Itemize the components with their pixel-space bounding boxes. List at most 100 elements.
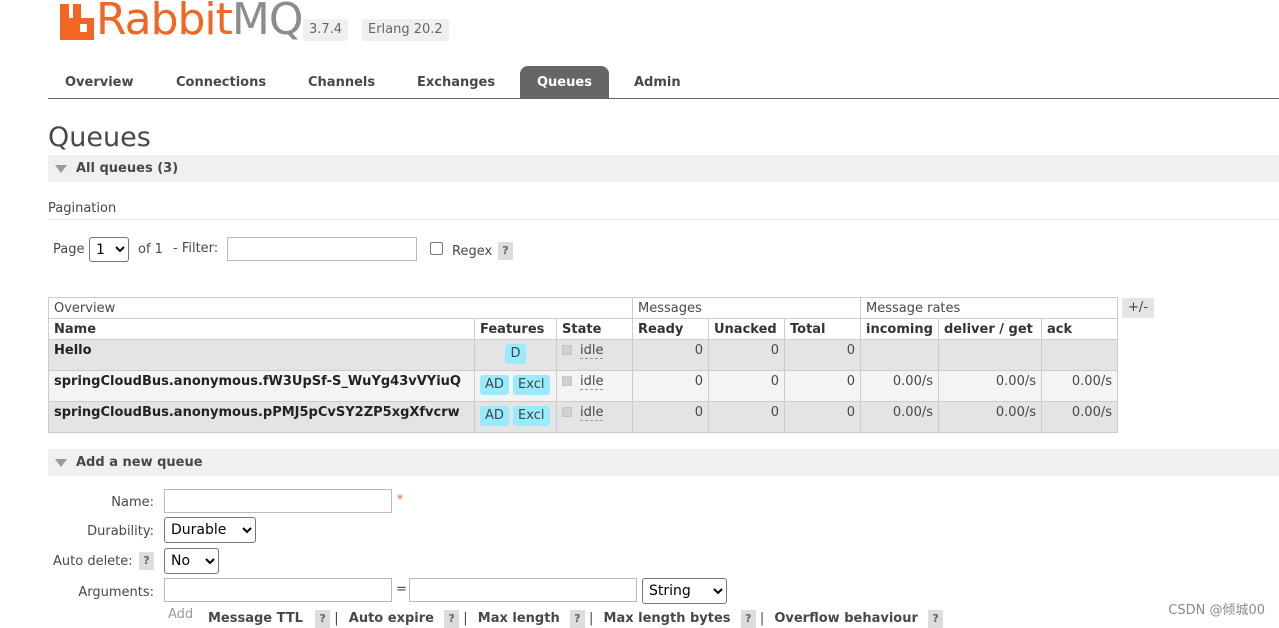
tab-connections[interactable]: Connections [159,66,283,99]
page-select[interactable]: 1 [89,237,129,262]
ack-rate: 0.00/s [1041,401,1118,433]
argument-equals: = [396,582,407,597]
column-toggle-button[interactable]: +/- [1122,298,1154,318]
page-label: Page [53,242,85,257]
unacked-count: 0 [708,401,785,433]
col-ack[interactable]: ack [1041,318,1118,340]
ack-rate: 0.00/s [1041,370,1118,402]
deliver-get-rate: 0.00/s [938,370,1042,402]
pagination-divider [48,219,1279,220]
queue-name-link[interactable]: Hello [48,339,475,371]
arg-link-overflow-behaviour[interactable]: Overflow behaviour [774,611,918,626]
incoming-rate [860,339,939,371]
table-row[interactable]: springCloudBus.anonymous.fW3UpSf-S_WuYg4… [48,370,1118,402]
filter-input[interactable] [227,237,417,261]
regex-checkbox[interactable] [430,242,443,255]
deliver-get-rate: 0.00/s [938,401,1042,433]
arg-link-auto-expire[interactable]: Auto expire [349,611,434,626]
message-ttl-help-icon[interactable]: ? [315,610,331,628]
col-name[interactable]: Name [48,318,475,340]
col-features: Features [474,318,557,340]
table-row[interactable]: Hello D idle 0 0 0 [48,339,1118,371]
col-deliver-get[interactable]: deliver / get [938,318,1042,340]
queue-state: idle [580,405,604,421]
state-indicator [562,376,572,386]
incoming-rate: 0.00/s [860,370,939,402]
arg-link-max-length-bytes[interactable]: Max length bytes [604,611,731,626]
group-header-overview: Overview [48,297,633,319]
queues-table: Overview Messages Message rates Name Fea… [48,297,1118,433]
regex-help-icon[interactable]: ? [498,242,513,260]
durability-label: Durability: [87,524,154,539]
collapse-triangle-icon [55,164,67,173]
durability-select[interactable]: Durable [164,517,256,543]
ready-count: 0 [632,401,709,433]
total-count: 0 [784,401,861,433]
arg-link-message-ttl[interactable]: Message TTL [208,611,303,626]
arguments-label: Arguments: [78,585,154,600]
rabbitmq-logo: RabbitMQ TM [60,0,315,42]
queue-name-link[interactable]: springCloudBus.anonymous.pPMJ5pCvSY2ZP5x… [48,401,475,433]
col-unacked[interactable]: Unacked [708,318,785,340]
total-count: 0 [784,339,861,371]
col-total[interactable]: Total [784,318,861,340]
feature-badge-auto-delete: AD [480,375,509,395]
auto-delete-help-icon[interactable]: ? [139,552,154,570]
feature-badge-exclusive: Excl [513,406,550,426]
ack-rate [1041,339,1118,371]
arg-link-max-length[interactable]: Max length [478,611,560,626]
name-label: Name: [111,495,154,510]
feature-badge-auto-delete: AD [480,406,509,426]
pagination-label: Pagination [48,201,117,216]
erlang-version-badge: Erlang 20.2 [362,19,449,41]
argument-type-select[interactable]: String [642,578,727,604]
version-badge: 3.7.4 [303,19,349,41]
col-state[interactable]: State [556,318,633,340]
tab-channels[interactable]: Channels [291,66,392,99]
col-ready[interactable]: Ready [632,318,709,340]
argument-value-input[interactable] [409,578,637,602]
page-title: Queues [48,122,151,153]
state-indicator [562,407,572,417]
add-argument-label: Add [168,607,194,622]
tab-admin[interactable]: Admin [617,66,698,99]
logo-text-mq: MQ [231,0,304,45]
auto-delete-select[interactable]: No [164,548,219,574]
page-of-label: of 1 [138,242,163,257]
rabbit-logo-icon [60,4,94,40]
table-row[interactable]: springCloudBus.anonymous.pPMJ5pCvSY2ZP5x… [48,401,1118,433]
filter-label: - Filter: [173,241,219,256]
queue-state: idle [580,343,604,359]
feature-badge-durable: D [505,344,526,364]
separator: | [463,611,468,626]
max-length-bytes-help-icon[interactable]: ? [740,610,756,628]
ready-count: 0 [632,339,709,371]
unacked-count: 0 [708,370,785,402]
auto-expire-help-icon[interactable]: ? [444,610,460,628]
logo-text-rabbit: Rabbit [96,0,233,45]
deliver-get-rate [938,339,1042,371]
queue-name-link[interactable]: springCloudBus.anonymous.fW3UpSf-S_WuYg4… [48,370,475,402]
queue-name-input[interactable] [164,489,392,513]
ready-count: 0 [632,370,709,402]
max-length-help-icon[interactable]: ? [569,610,585,628]
argument-shortcuts: Message TTL ? | Auto expire ? | Max leng… [208,610,944,628]
all-queues-section-header[interactable]: All queues (3) [48,155,1279,182]
separator: | [759,611,765,626]
total-count: 0 [784,370,861,402]
tab-overview[interactable]: Overview [48,66,151,99]
required-mark: * [397,492,403,506]
state-indicator [562,345,572,355]
col-incoming[interactable]: incoming [860,318,939,340]
argument-key-input[interactable] [164,578,392,602]
feature-badge-exclusive: Excl [513,375,550,395]
unacked-count: 0 [708,339,785,371]
add-queue-section-header[interactable]: Add a new queue [48,449,1279,476]
collapse-triangle-icon [55,458,67,467]
separator: | [589,611,594,626]
tab-exchanges[interactable]: Exchanges [400,66,512,99]
auto-delete-label: Auto delete: [53,554,133,569]
tab-queues[interactable]: Queues [520,66,609,99]
overflow-behaviour-help-icon[interactable]: ? [928,610,944,628]
all-queues-title: All queues (3) [76,161,179,176]
